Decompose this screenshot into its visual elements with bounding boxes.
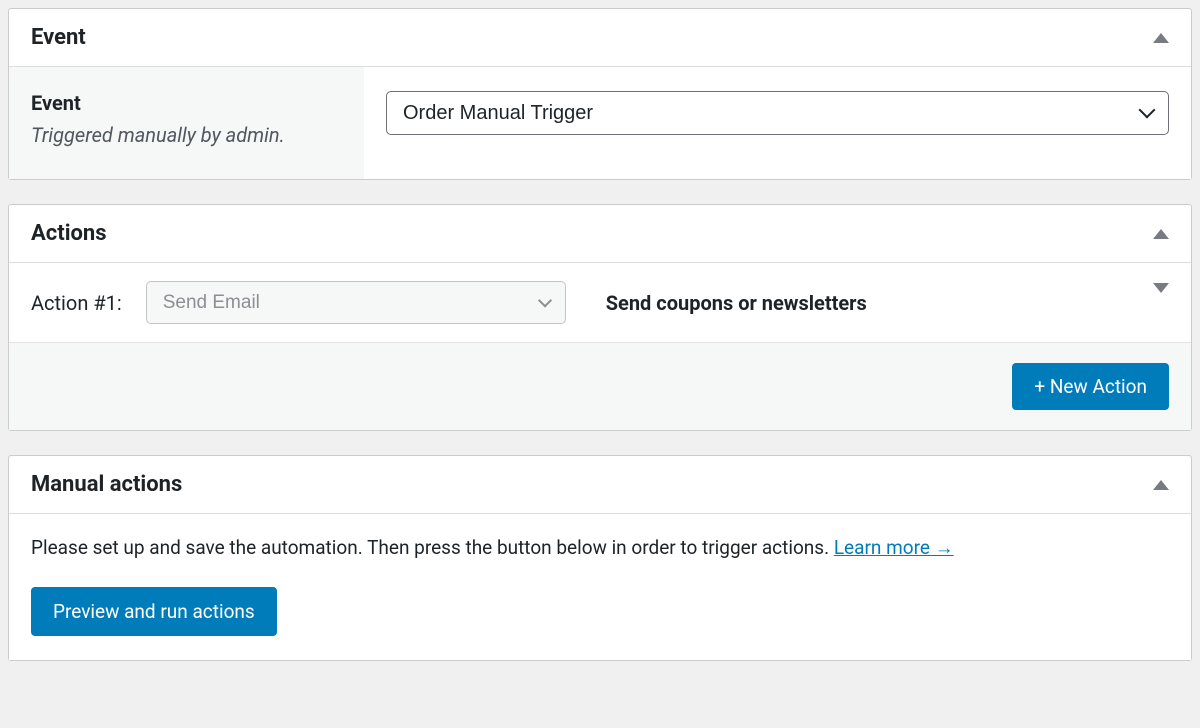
manual-panel-header[interactable]: Manual actions: [9, 456, 1191, 514]
event-label: Event: [31, 91, 342, 115]
event-label-column: Event Triggered manually by admin.: [9, 67, 364, 179]
event-select-wrap: Order Manual Trigger: [386, 91, 1169, 135]
collapse-icon: [1153, 480, 1169, 490]
new-action-button[interactable]: + New Action: [1012, 363, 1169, 410]
manual-panel-title: Manual actions: [31, 472, 182, 497]
event-panel-header[interactable]: Event: [9, 9, 1191, 67]
event-description: Triggered manually by admin.: [31, 123, 285, 147]
manual-actions-panel: Manual actions Please set up and save th…: [8, 455, 1192, 661]
action-select[interactable]: Send Email: [146, 281, 566, 324]
actions-panel-header[interactable]: Actions: [9, 205, 1191, 263]
event-row: Event Triggered manually by admin. Order…: [9, 67, 1191, 179]
actions-panel-footer: + New Action: [9, 343, 1191, 430]
event-panel-title: Event: [31, 25, 86, 50]
action-number-label: Action #1:: [31, 291, 122, 315]
learn-more-link[interactable]: Learn more →: [834, 536, 954, 559]
manual-panel-body: Please set up and save the automation. T…: [9, 514, 1191, 660]
action-select-wrap: Send Email: [146, 281, 566, 324]
collapse-icon: [1153, 33, 1169, 43]
actions-panel-title: Actions: [31, 221, 107, 246]
event-panel: Event Event Triggered manually by admin.…: [8, 8, 1192, 180]
action-expand-toggle[interactable]: [1153, 293, 1169, 312]
actions-panel: Actions Action #1: Send Email Send coupo…: [8, 204, 1192, 431]
action-title: Send coupons or newsletters: [606, 291, 867, 315]
preview-run-button[interactable]: Preview and run actions: [31, 587, 277, 636]
event-select[interactable]: Order Manual Trigger: [386, 91, 1169, 135]
event-select-column: Order Manual Trigger: [364, 67, 1191, 179]
collapse-icon: [1153, 229, 1169, 239]
action-row: Action #1: Send Email Send coupons or ne…: [9, 263, 1191, 343]
manual-description-text: Please set up and save the automation. T…: [31, 536, 834, 559]
manual-description: Please set up and save the automation. T…: [31, 534, 1169, 563]
chevron-down-icon: [1153, 283, 1169, 312]
